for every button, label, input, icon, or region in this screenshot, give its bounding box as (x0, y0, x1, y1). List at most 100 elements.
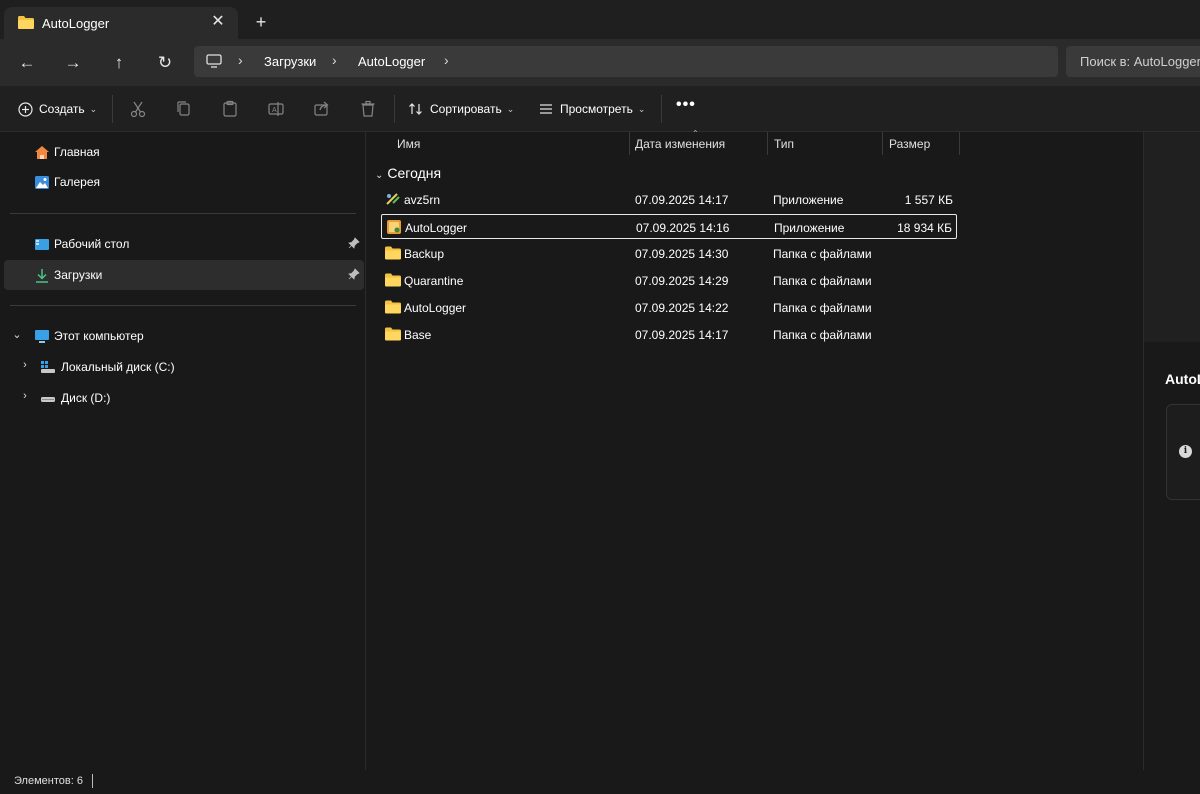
sort-button[interactable]: Сортировать ⌄ (408, 98, 514, 120)
column-divider[interactable] (629, 132, 630, 155)
status-divider (92, 774, 93, 788)
file-date: 07.09.2025 14:17 (635, 328, 729, 342)
column-divider[interactable] (767, 132, 768, 155)
share-icon[interactable] (312, 99, 332, 119)
file-size: 18 934 КБ (897, 221, 952, 235)
sidebar-divider (10, 213, 356, 214)
file-size: 1 557 КБ (904, 193, 953, 207)
file-row-autologger-folder[interactable]: AutoLogger 07.09.2025 14:22 Папка с файл… (381, 295, 957, 320)
file-name: Backup (404, 247, 445, 261)
file-date: 07.09.2025 14:30 (635, 247, 729, 261)
refresh-button[interactable]: ↻ (150, 49, 180, 77)
sidebar-item-desktop[interactable]: Рабочий стол (4, 229, 364, 259)
sidebar-item-drive-d[interactable]: › Диск (D:) (4, 383, 364, 413)
copy-icon[interactable] (174, 99, 194, 119)
sidebar-item-drive-c[interactable]: › Локальный диск (C:) (4, 352, 364, 382)
sort-label: Сортировать (430, 102, 502, 116)
breadcrumb-separator: › (238, 52, 243, 68)
sidebar-item-gallery[interactable]: Галерея (4, 167, 364, 197)
details-card: i (1166, 404, 1200, 500)
file-date: 07.09.2025 14:17 (635, 193, 729, 207)
sidebar-item-label: Этот компьютер (54, 329, 144, 343)
disk-icon (41, 397, 55, 402)
breadcrumb-downloads[interactable]: Загрузки (264, 54, 316, 69)
sidebar-item-label: Главная (54, 145, 100, 159)
svg-text:A: A (272, 107, 277, 114)
sidebar-item-downloads[interactable]: Загрузки (4, 260, 364, 290)
address-bar[interactable]: › Загрузки › AutoLogger › (194, 46, 1058, 77)
chevron-right-icon[interactable]: › (18, 390, 32, 402)
file-row-backup[interactable]: Backup 07.09.2025 14:30 Папка с файлами (381, 241, 957, 266)
breadcrumb-separator: › (332, 52, 337, 68)
desktop-icon (35, 239, 49, 250)
column-divider[interactable] (959, 132, 960, 155)
breadcrumb-autologger[interactable]: AutoLogger (358, 54, 425, 69)
search-input[interactable]: Поиск в: AutoLogger (1066, 46, 1200, 77)
file-date: 07.09.2025 14:29 (635, 274, 729, 288)
column-divider[interactable] (882, 132, 883, 155)
tab-title: AutoLogger (42, 16, 110, 31)
preview-area (1144, 132, 1200, 342)
sidebar-item-home[interactable]: Главная (4, 137, 364, 167)
file-type: Папка с файлами (773, 301, 872, 315)
more-options-button[interactable]: ••• (676, 96, 696, 114)
column-header-name[interactable]: Имя (397, 132, 420, 155)
create-button[interactable]: Создать ⌄ (18, 98, 97, 120)
pin-icon[interactable] (348, 268, 360, 280)
paste-icon[interactable] (220, 99, 240, 119)
file-row-quarantine[interactable]: Quarantine 07.09.2025 14:29 Папка с файл… (381, 268, 957, 293)
close-tab-icon[interactable]: ✕ (208, 12, 228, 32)
items-count: Элементов: 6 (14, 775, 83, 787)
folder-icon (385, 273, 401, 287)
details-pane: AutoLogger i (1143, 132, 1200, 770)
details-title: AutoLogger (1165, 371, 1200, 387)
avz-app-icon (386, 193, 400, 205)
status-bar: Элементов: 6 (0, 770, 1200, 794)
up-button[interactable]: ↑ (104, 49, 134, 77)
folder-icon (18, 16, 34, 29)
file-name: AutoLogger (404, 301, 467, 315)
group-label: Сегодня (387, 165, 442, 181)
rename-icon[interactable]: A (266, 99, 286, 119)
pin-icon[interactable] (348, 237, 360, 249)
local-disk-icon (41, 361, 55, 373)
home-icon (35, 146, 49, 159)
computer-icon (35, 330, 49, 343)
sidebar-item-label: Диск (D:) (61, 391, 111, 405)
sidebar-divider (10, 305, 356, 306)
view-button[interactable]: Просмотреть ⌄ (538, 98, 645, 120)
gallery-icon (35, 176, 49, 189)
delete-icon[interactable] (358, 99, 378, 119)
file-row-base[interactable]: Base 07.09.2025 14:17 Папка с файлами (381, 322, 957, 347)
back-button[interactable]: ← (12, 49, 42, 77)
file-name: AutoLogger (405, 221, 468, 235)
sidebar-item-this-pc[interactable]: ⌄ Этот компьютер (4, 321, 364, 351)
cut-icon[interactable] (128, 99, 148, 119)
file-row-autologger-app[interactable]: AutoLogger 07.09.2025 14:16 Приложение 1… (381, 214, 957, 239)
sidebar-item-label: Загрузки (54, 268, 103, 282)
file-type: Папка с файлами (773, 247, 872, 261)
chevron-right-icon[interactable]: › (18, 359, 32, 371)
file-type: Приложение (774, 221, 845, 235)
toolbar-divider (661, 95, 662, 123)
new-tab-button[interactable]: + (250, 12, 272, 34)
breadcrumb-separator[interactable]: › (444, 52, 449, 68)
chevron-down-icon: ⌄ (637, 103, 646, 114)
tab-autologger[interactable]: AutoLogger ✕ (4, 7, 238, 40)
column-header-type[interactable]: Тип (774, 132, 794, 155)
file-name: avz5rn (404, 193, 441, 207)
file-type: Приложение (773, 193, 844, 207)
column-header-date[interactable]: Дата изменения (635, 132, 725, 155)
sidebar-item-label: Локальный диск (C:) (61, 360, 175, 374)
file-type: Папка с файлами (773, 274, 872, 288)
column-header-size[interactable]: Размер (889, 132, 930, 155)
plus-circle-icon (18, 101, 33, 117)
file-row-avz5rn[interactable]: avz5rn 07.09.2025 14:17 Приложение 1 557… (381, 187, 957, 212)
download-icon (36, 269, 48, 283)
forward-button[interactable]: → (58, 49, 88, 77)
folder-icon (385, 327, 401, 341)
group-header-today[interactable]: ⌄ Сегодня (375, 165, 441, 181)
autologger-app-icon (387, 220, 401, 234)
file-date: 07.09.2025 14:16 (636, 221, 730, 235)
chevron-down-icon[interactable]: ⌄ (10, 328, 24, 341)
